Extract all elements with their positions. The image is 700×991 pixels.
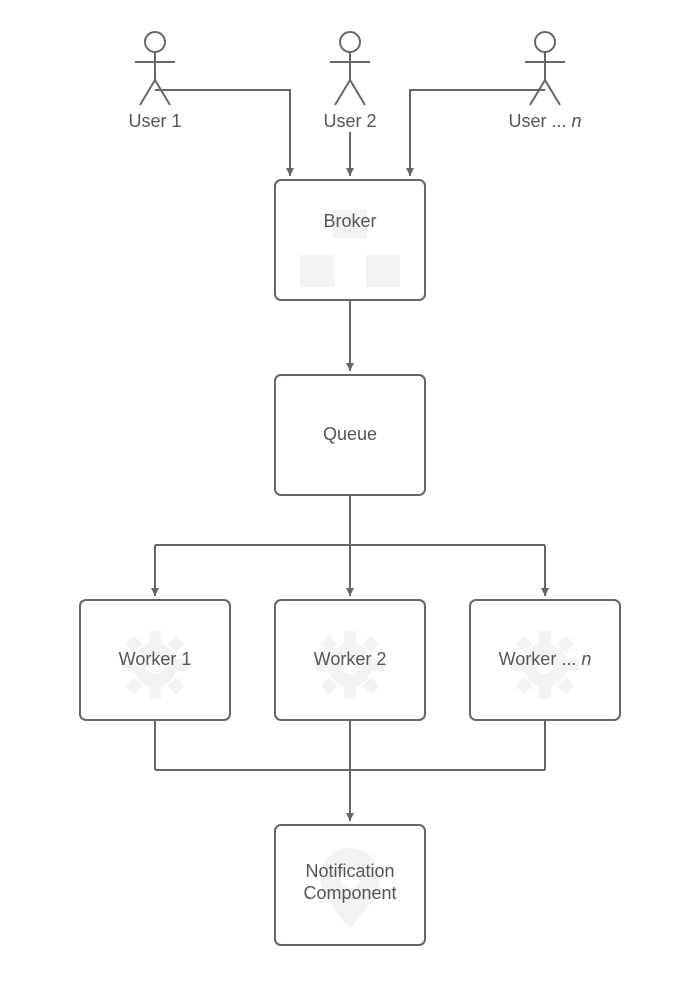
person-icon: [330, 32, 370, 105]
user-n-label: User ... n: [508, 111, 581, 131]
arrow-user1-broker: [155, 90, 290, 176]
broker-node: Broker: [275, 180, 425, 300]
user-n: User ... n: [508, 32, 581, 131]
person-icon: [135, 32, 175, 105]
worker-n-label: Worker ... n: [499, 649, 592, 669]
notification-label-line2: Component: [303, 883, 396, 903]
person-icon: [525, 32, 565, 105]
notification-node: Notification Component: [275, 825, 425, 945]
arrow-usern-broker: [410, 90, 545, 176]
user-1-label: User 1: [128, 111, 181, 131]
worker-1-label: Worker 1: [119, 649, 192, 669]
user-2: User 2: [323, 32, 376, 131]
notification-label-line1: Notification: [305, 861, 394, 881]
worker-2-node: Worker 2: [275, 600, 425, 720]
user-2-label: User 2: [323, 111, 376, 131]
queue-node: Queue: [275, 375, 425, 495]
worker-n-node: Worker ... n: [470, 600, 620, 720]
user-1: User 1: [128, 32, 181, 131]
broker-label: Broker: [323, 211, 376, 231]
queue-label: Queue: [323, 424, 377, 444]
architecture-diagram: User 1 User 2 User ... n Broker Queue: [0, 0, 700, 991]
worker-2-label: Worker 2: [314, 649, 387, 669]
worker-1-node: Worker 1: [80, 600, 230, 720]
